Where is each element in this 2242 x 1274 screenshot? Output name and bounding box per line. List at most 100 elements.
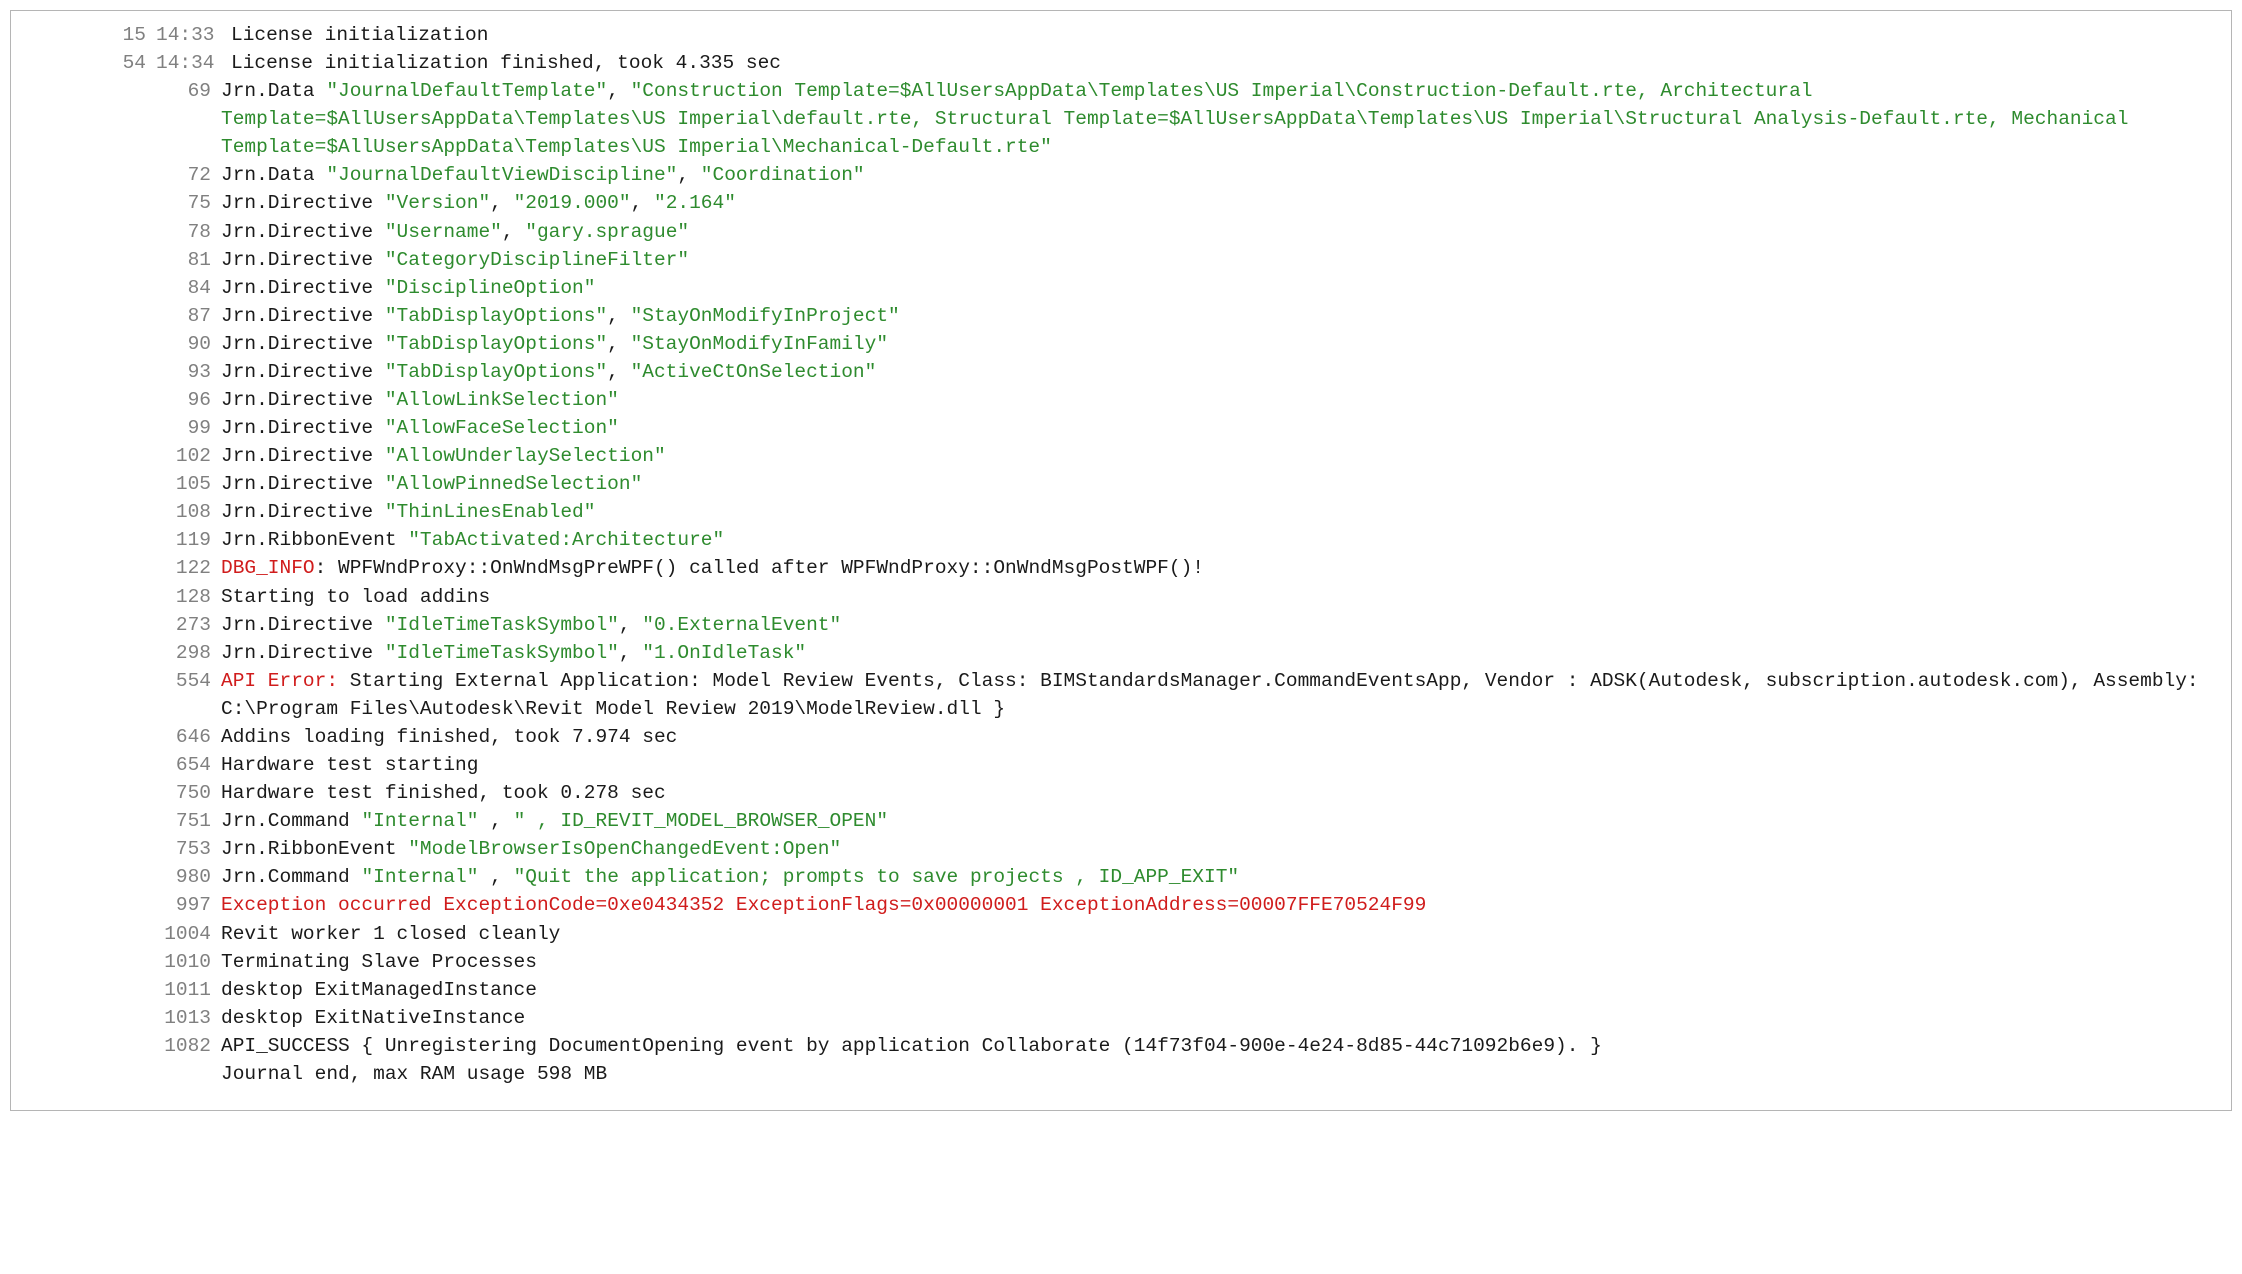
log-message: desktop ExitManagedInstance (221, 976, 2215, 1004)
text: Starting External Application: Model Rev… (221, 670, 2199, 720)
timestamp: 14:34 (156, 49, 231, 77)
line-number: 99 (11, 414, 221, 442)
log-line: 654Hardware test starting (11, 751, 2215, 779)
log-line: 1082API_SUCCESS { Unregistering Document… (11, 1032, 2215, 1060)
text: Revit worker 1 closed cleanly (221, 923, 560, 945)
line-number: 298 (11, 639, 221, 667)
text: Terminating Slave Processes (221, 951, 537, 973)
line-number: 54 (11, 49, 156, 77)
text: Jrn.RibbonEvent (221, 838, 408, 860)
text: , (478, 866, 513, 888)
string-literal: "gary.sprague" (525, 221, 689, 243)
text: , (478, 810, 513, 832)
log-viewer[interactable]: 1514:33License initialization5414:34Lice… (10, 10, 2232, 1111)
log-message: Jrn.RibbonEvent "ModelBrowserIsOpenChang… (221, 835, 2215, 863)
line-number: 646 (11, 723, 221, 751)
log-message: Jrn.Directive "CategoryDisciplineFilter" (221, 246, 2215, 274)
log-message: Jrn.Directive "TabDisplayOptions", "Stay… (221, 302, 2215, 330)
text: , (607, 80, 630, 102)
log-message: Jrn.Directive "IdleTimeTaskSymbol", "1.O… (221, 639, 2215, 667)
log-line: 78Jrn.Directive "Username", "gary.spragu… (11, 218, 2215, 246)
log-line: 102Jrn.Directive "AllowUnderlaySelection… (11, 442, 2215, 470)
text: , (607, 305, 630, 327)
log-message: API_SUCCESS { Unregistering DocumentOpen… (221, 1032, 2215, 1060)
line-number: 69 (11, 77, 221, 105)
log-line: 1013desktop ExitNativeInstance (11, 1004, 2215, 1032)
log-line: 69Jrn.Data "JournalDefaultTemplate", "Co… (11, 77, 2215, 161)
string-literal: "2.164" (654, 192, 736, 214)
text: , (677, 164, 700, 186)
string-literal: "ThinLinesEnabled" (385, 501, 596, 523)
line-number: 15 (11, 21, 156, 49)
line-number: 81 (11, 246, 221, 274)
log-line: 1514:33License initialization (11, 21, 2215, 49)
text: , (619, 614, 642, 636)
log-line: 1004Revit worker 1 closed cleanly (11, 920, 2215, 948)
line-number: 1010 (11, 948, 221, 976)
log-message: Jrn.Directive "ThinLinesEnabled" (221, 498, 2215, 526)
timestamp: 14:33 (156, 21, 231, 49)
log-message: Jrn.Directive "AllowUnderlaySelection" (221, 442, 2215, 470)
log-message: API Error: Starting External Application… (221, 667, 2215, 723)
line-number: 128 (11, 583, 221, 611)
string-literal: "AllowUnderlaySelection" (385, 445, 666, 467)
text: Jrn.Command (221, 810, 361, 832)
log-line: 72Jrn.Data "JournalDefaultViewDiscipline… (11, 161, 2215, 189)
line-number: 72 (11, 161, 221, 189)
text: , (607, 333, 630, 355)
line-number: 1013 (11, 1004, 221, 1032)
line-number: 90 (11, 330, 221, 358)
string-literal: "IdleTimeTaskSymbol" (385, 642, 619, 664)
log-message: Jrn.Data "JournalDefaultViewDiscipline",… (221, 161, 2215, 189)
text: , (490, 192, 513, 214)
text: Hardware test starting (221, 754, 478, 776)
log-message: Starting to load addins (221, 583, 2215, 611)
text: Jrn.Directive (221, 192, 385, 214)
string-literal: "StayOnModifyInProject" (631, 305, 900, 327)
text: Starting to load addins (221, 586, 490, 608)
log-line: 93Jrn.Directive "TabDisplayOptions", "Ac… (11, 358, 2215, 386)
string-literal: "Internal" (361, 810, 478, 832)
log-message: Jrn.Command "Internal" , " , ID_REVIT_MO… (221, 807, 2215, 835)
string-literal: "TabDisplayOptions" (385, 305, 607, 327)
log-message: Jrn.Directive "AllowPinnedSelection" (221, 470, 2215, 498)
log-line: 119Jrn.RibbonEvent "TabActivated:Archite… (11, 526, 2215, 554)
text: Jrn.Directive (221, 642, 385, 664)
string-literal: "Quit the application; prompts to save p… (514, 866, 1240, 888)
log-line: 122DBG_INFO: WPFWndProxy::OnWndMsgPreWPF… (11, 554, 2215, 582)
line-number: 1011 (11, 976, 221, 1004)
log-message: Jrn.Directive "DisciplineOption" (221, 274, 2215, 302)
log-line: 108Jrn.Directive "ThinLinesEnabled" (11, 498, 2215, 526)
log-line: 96Jrn.Directive "AllowLinkSelection" (11, 386, 2215, 414)
line-number: 554 (11, 667, 221, 695)
text: , (619, 642, 642, 664)
log-message: Jrn.RibbonEvent "TabActivated:Architectu… (221, 526, 2215, 554)
log-message: Revit worker 1 closed cleanly (221, 920, 2215, 948)
string-literal: "ActiveCtOnSelection" (631, 361, 877, 383)
log-line: 1010Terminating Slave Processes (11, 948, 2215, 976)
log-message: Jrn.Directive "Version", "2019.000", "2.… (221, 189, 2215, 217)
log-message: Hardware test starting (221, 751, 2215, 779)
line-number: 93 (11, 358, 221, 386)
log-message: Terminating Slave Processes (221, 948, 2215, 976)
text: desktop ExitNativeInstance (221, 1007, 525, 1029)
string-literal: "StayOnModifyInFamily" (631, 333, 888, 355)
log-message: Journal end, max RAM usage 598 MB (221, 1060, 2215, 1088)
log-line: 273Jrn.Directive "IdleTimeTaskSymbol", "… (11, 611, 2215, 639)
log-line: 87Jrn.Directive "TabDisplayOptions", "St… (11, 302, 2215, 330)
line-number: 84 (11, 274, 221, 302)
string-literal: "Coordination" (701, 164, 865, 186)
line-number: 753 (11, 835, 221, 863)
log-message: Hardware test finished, took 0.278 sec (221, 779, 2215, 807)
text: Jrn.Directive (221, 445, 385, 467)
text: desktop ExitManagedInstance (221, 979, 537, 1001)
line-number: 75 (11, 189, 221, 217)
line-number: 108 (11, 498, 221, 526)
text: Jrn.Data (221, 164, 326, 186)
log-message: Jrn.Directive "Username", "gary.sprague" (221, 218, 2215, 246)
line-number: 96 (11, 386, 221, 414)
line-number: 122 (11, 554, 221, 582)
log-message: Jrn.Directive "IdleTimeTaskSymbol", "0.E… (221, 611, 2215, 639)
string-literal: "Internal" (361, 866, 478, 888)
string-literal: "TabDisplayOptions" (385, 361, 607, 383)
